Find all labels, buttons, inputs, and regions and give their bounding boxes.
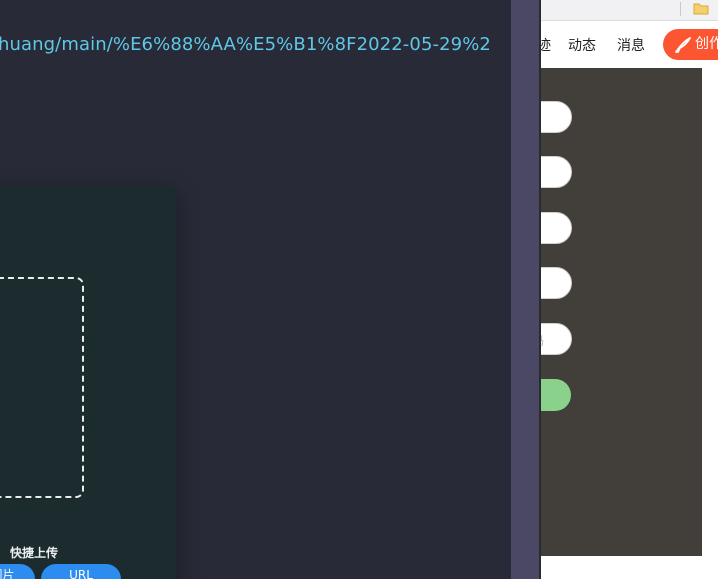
form-panel: 码	[541, 68, 702, 556]
form-field-4[interactable]	[541, 267, 572, 299]
drop-zone[interactable]	[0, 277, 84, 498]
create-button-label: 创作	[695, 36, 718, 52]
right-gutter	[702, 68, 718, 556]
url-text: huang/main/%E6%88%AA%E5%B1%8F2022-05-29%…	[0, 34, 491, 55]
bookmark-separator	[680, 2, 681, 16]
nav-item-dynamic[interactable]: 动态	[568, 35, 596, 55]
quick-upload-title: 快捷上传	[9, 546, 58, 560]
create-button[interactable]: 创作	[663, 29, 718, 60]
upload-url-button[interactable]: URL	[41, 564, 121, 579]
left-pane: huang/main/%E6%88%AA%E5%B1%8F2022-05-29%…	[0, 0, 511, 579]
right-pane: 迹 动态 消息 创作 码	[541, 0, 718, 579]
nav-item-trace[interactable]: 迹	[541, 35, 551, 55]
folder-icon[interactable]	[693, 2, 709, 15]
quill-pen-icon	[675, 37, 691, 53]
form-field-2[interactable]	[541, 156, 572, 188]
top-nav: 迹 动态 消息 创作	[541, 21, 718, 67]
window-divider	[511, 0, 539, 579]
form-field-5[interactable]: 码	[541, 323, 572, 355]
form-field-5-placeholder: 码	[541, 332, 544, 349]
nav-item-messages[interactable]: 消息	[617, 35, 645, 55]
form-field-3[interactable]	[541, 212, 572, 244]
form-field-1[interactable]	[541, 101, 572, 133]
bookmark-bar	[541, 0, 718, 21]
submit-button[interactable]	[541, 379, 571, 411]
